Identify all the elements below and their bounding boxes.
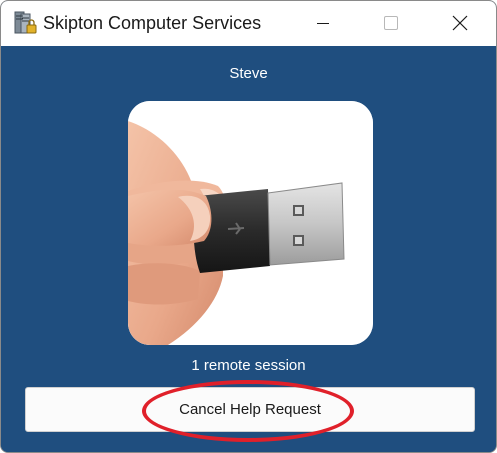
- main-panel: Steve 1 remote session Cancel Help Reque…: [1, 46, 496, 452]
- user-name: Steve: [229, 65, 268, 82]
- cancel-help-request-button[interactable]: Cancel Help Request: [25, 387, 475, 432]
- app-window: Skipton Computer Services Steve 1 remote…: [0, 0, 497, 453]
- minimize-button[interactable]: [294, 1, 352, 46]
- maximize-button[interactable]: [362, 1, 420, 46]
- usb-drive-photo: [128, 101, 373, 345]
- window-title: Skipton Computer Services: [43, 13, 262, 33]
- server-lock-icon: [13, 11, 37, 35]
- close-button[interactable]: [431, 1, 489, 46]
- session-status: 1 remote session: [191, 357, 306, 374]
- title-bar[interactable]: Skipton Computer Services: [1, 1, 496, 46]
